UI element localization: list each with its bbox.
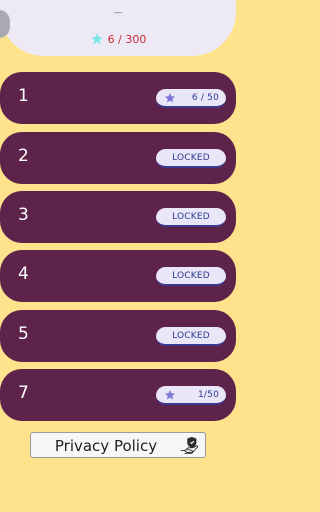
locked-badge: LOCKED [156,267,226,286]
level-score-text: 6 / 50 [191,92,219,103]
level-card-7[interactable]: 7 1/50 [0,369,236,421]
privacy-shield-hand-icon [180,436,199,454]
privacy-policy-label: Privacy Policy [54,437,158,455]
level-card-3[interactable]: 3 LOCKED [0,191,236,243]
star-icon [165,93,175,103]
progress-text: 6 / 300 [107,32,147,46]
level-card-5[interactable]: 5 LOCKED [0,310,236,362]
level-number: 2 [18,146,29,166]
level-card-4[interactable]: 4 LOCKED [0,250,236,302]
locked-text: LOCKED [172,152,210,163]
locked-text: LOCKED [172,270,210,281]
level-score-badge: 6 / 50 [156,89,226,108]
level-card-2[interactable]: 2 LOCKED [0,132,236,184]
level-score-badge: 1/50 [156,386,226,405]
level-number: 5 [18,324,29,344]
locked-text: LOCKED [172,330,210,341]
locked-badge: LOCKED [156,149,226,168]
locked-badge: LOCKED [156,327,226,346]
level-score-text: 1/50 [197,389,219,400]
locked-badge: LOCKED [156,208,226,227]
level-card-1[interactable]: 1 6 / 50 [0,72,236,124]
star-icon [90,33,103,45]
total-progress: 6 / 300 [0,32,236,46]
header-title: — [113,8,123,18]
star-icon [165,390,175,400]
level-number: 7 [18,383,29,403]
level-number: 3 [18,205,29,225]
level-number: 4 [18,264,29,284]
privacy-policy-button[interactable]: Privacy Policy [30,432,206,458]
level-number: 1 [18,86,29,106]
top-bar: — 6 / 300 [0,0,236,56]
locked-text: LOCKED [172,211,210,222]
